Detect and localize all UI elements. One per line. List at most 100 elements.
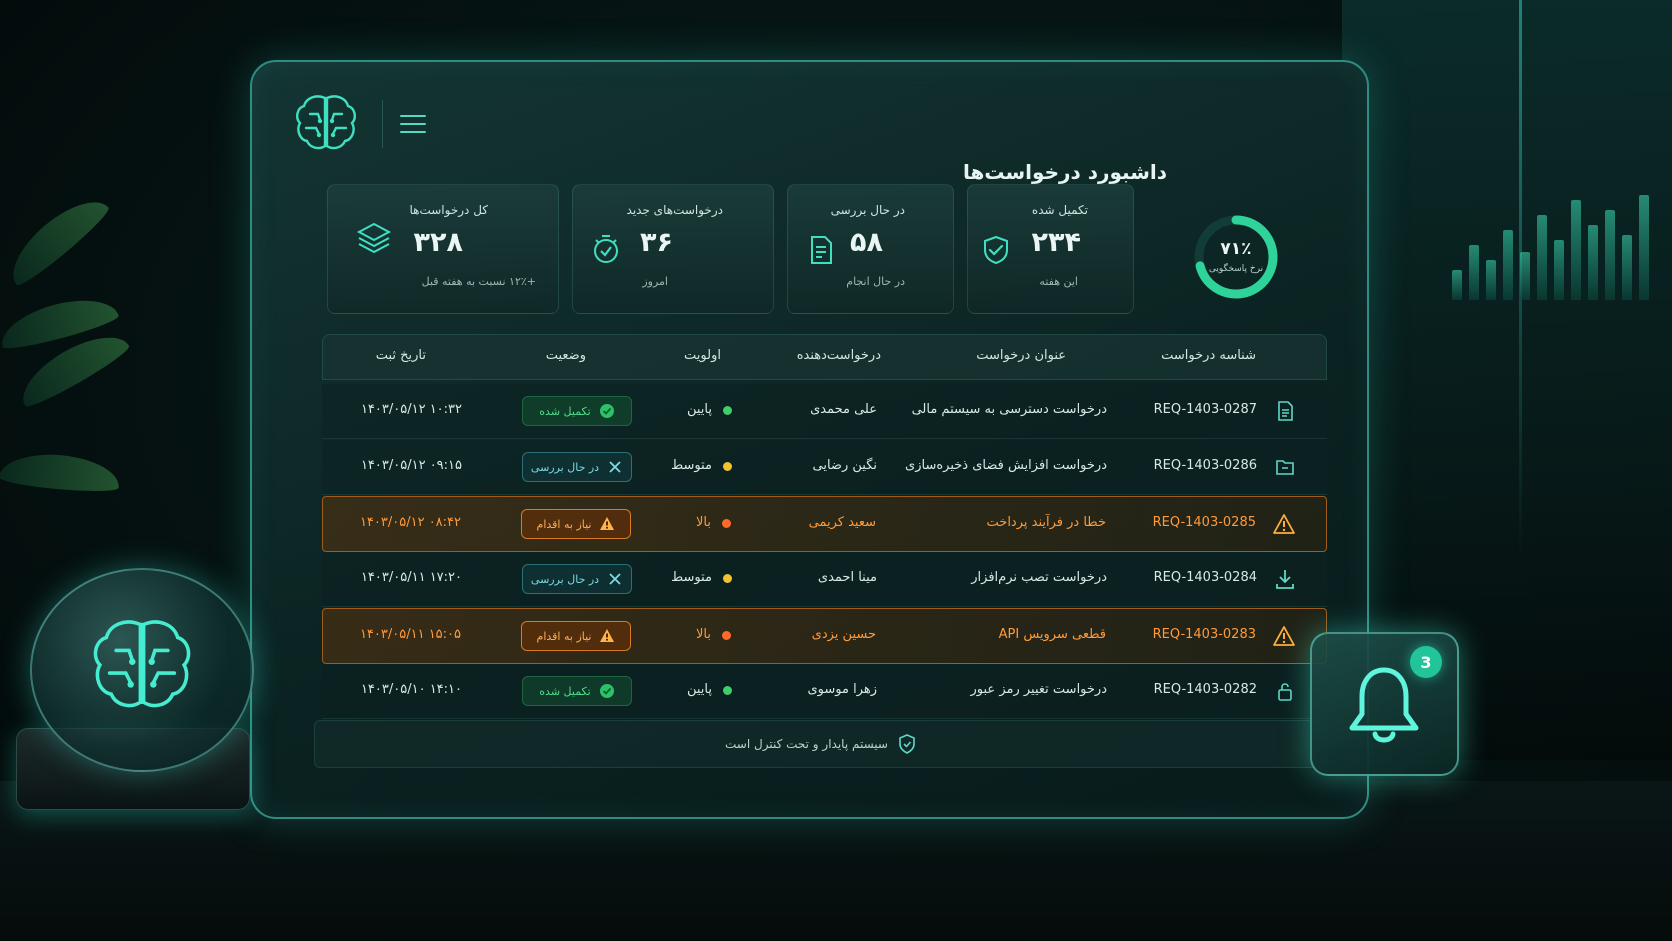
topbar xyxy=(282,88,442,158)
request-id: REQ-1403-0286 xyxy=(1153,458,1257,473)
timer-check-icon xyxy=(594,235,618,263)
stat-card-total: کل درخواست‌ها ۳۲۸ +۱۲٪ نسبت به هفته قبل xyxy=(327,184,559,314)
notification-count-badge: 3 xyxy=(1410,646,1442,678)
table-row[interactable]: REQ-1403-0283 قطعی سرویس API حسین یزدی ب… xyxy=(322,608,1327,664)
stat-value: ۲۳۴ xyxy=(1031,227,1081,258)
stat-value: ۵۸ xyxy=(850,227,883,258)
request-id: REQ-1403-0283 xyxy=(1152,627,1256,642)
registration-date: ۱۴۰۳/۰۵/۱۰ ۱۴:۱۰ xyxy=(360,682,462,697)
stat-value: ۳۶ xyxy=(640,227,673,258)
status-badge[interactable]: نیاز به اقدام xyxy=(521,509,631,539)
status-badge[interactable]: تکمیل شده xyxy=(522,396,632,426)
table-row[interactable]: REQ-1403-0287 درخواست دسترسی به سیستم ما… xyxy=(322,384,1327,439)
request-title: درخواست افزایش فضای ذخیره‌سازی xyxy=(905,458,1107,473)
requester-name: حسین یزدی xyxy=(811,627,876,642)
priority-dot xyxy=(722,519,731,528)
priority-dot xyxy=(723,406,732,415)
requester-name: زهرا موسوی xyxy=(807,682,877,697)
request-title: خطا در فرآیند پرداخت xyxy=(986,515,1106,530)
status-badge[interactable]: نیاز به اقدام xyxy=(521,621,631,651)
close-x-icon xyxy=(609,573,621,585)
status-badge[interactable]: در حال بررسی xyxy=(522,452,632,482)
stat-label: تکمیل شده xyxy=(1031,203,1088,217)
status-label: در حال بررسی xyxy=(530,572,600,586)
stat-label: در حال بررسی xyxy=(830,203,905,217)
status-label: تکمیل شده xyxy=(539,404,591,418)
priority-label: بالا xyxy=(696,627,711,642)
background-chart-decoration xyxy=(1452,190,1652,300)
column-header: تاریخ ثبت xyxy=(375,348,426,363)
priority-label: پایین xyxy=(686,682,712,697)
priority-label: متوسط xyxy=(671,458,712,473)
table-row[interactable]: REQ-1403-0284 درخواست تصب نرم‌افزار مینا… xyxy=(322,552,1327,607)
notifications-button[interactable]: 3 xyxy=(1310,632,1459,776)
requester-name: مینا احمدی xyxy=(817,570,877,585)
priority-dot xyxy=(723,462,732,471)
warning-icon xyxy=(600,517,615,530)
request-title: درخواست تغییر رمز عبور xyxy=(970,682,1107,697)
stat-label: درخواست‌های جدید xyxy=(626,203,723,217)
download-icon xyxy=(1276,570,1294,589)
priority-label: بالا xyxy=(696,515,711,530)
priority-dot xyxy=(723,574,732,583)
bell-icon xyxy=(1349,667,1419,743)
brain-logo-icon xyxy=(296,95,356,150)
registration-date: ۱۴۰۳/۰۵/۱۱ ۱۷:۲۰ xyxy=(360,570,462,585)
requests-table: شناسه درخواست عنوان درخواست درخواست‌دهند… xyxy=(322,334,1327,719)
table-row[interactable]: REQ-1403-0282 درخواست تغییر رمز عبور زهر… xyxy=(322,664,1327,719)
requester-name: نگین رضایی xyxy=(812,458,877,473)
column-header: درخواست‌دهنده xyxy=(796,348,881,363)
document-icon xyxy=(1278,401,1293,421)
check-circle-icon xyxy=(599,684,614,698)
priority-dot xyxy=(723,686,732,695)
response-rate-value: ۷۱٪ xyxy=(1220,239,1252,259)
status-badge[interactable]: تکمیل شده xyxy=(522,676,632,706)
status-label: نیاز به اقدام xyxy=(536,517,592,531)
response-rate-label: نرخ پاسخگویی xyxy=(1208,264,1264,274)
table-header: شناسه درخواست عنوان درخواست درخواست‌دهند… xyxy=(322,334,1327,380)
document-review-icon xyxy=(811,236,832,264)
warning-icon xyxy=(600,629,615,642)
request-id: REQ-1403-0282 xyxy=(1153,682,1257,697)
registration-date: ۱۴۰۳/۰۵/۱۲ ۰۹:۱۵ xyxy=(360,458,462,473)
priority-label: پایین xyxy=(686,402,712,417)
registration-date: ۱۴۰۳/۰۵/۱۱ ۱۵:۰۵ xyxy=(359,627,461,642)
menu-button[interactable] xyxy=(382,100,443,148)
stat-label: کل درخواست‌ها xyxy=(409,203,488,217)
table-row[interactable]: REQ-1403-0286 درخواست افزایش فضای ذخیره‌… xyxy=(322,440,1327,495)
registration-date: ۱۴۰۳/۰۵/۱۲ ۱۰:۳۲ xyxy=(360,402,462,417)
priority-dot xyxy=(722,631,731,640)
crystal-brain-ornament xyxy=(30,568,254,772)
request-id: REQ-1403-0284 xyxy=(1153,570,1257,585)
stat-card-completed: تکمیل شده ۲۳۴ این هفته xyxy=(967,184,1134,314)
column-header: وضعیت xyxy=(545,348,586,363)
check-circle-icon xyxy=(599,404,614,418)
stat-card-new: درخواست‌های جدید ۳۶ امروز xyxy=(572,184,774,314)
close-x-icon xyxy=(609,461,621,473)
status-label: در حال بررسی xyxy=(530,460,600,474)
status-badge[interactable]: در حال بررسی xyxy=(522,564,632,594)
request-title: درخواست دسترسی به سیستم مالی xyxy=(911,402,1107,417)
dashboard-panel: داشبورد درخواست‌ها تکمیل شده ۲۳۴ این هفت… xyxy=(250,60,1369,819)
registration-date: ۱۴۰۳/۰۵/۱۲ ۰۸:۴۲ xyxy=(359,515,461,530)
shield-icon xyxy=(899,734,915,754)
status-label: تکمیل شده xyxy=(539,684,591,698)
requester-name: سعید کریمی xyxy=(808,515,876,530)
request-title: قطعی سرویس API xyxy=(998,627,1106,642)
system-status-text: سیستم پایدار و تحت کنترل است xyxy=(725,737,888,751)
layers-icon xyxy=(356,222,392,254)
requester-name: علی محمدی xyxy=(810,402,877,417)
priority-label: متوسط xyxy=(671,570,712,585)
column-header: عنوان درخواست xyxy=(976,348,1066,363)
warning-icon xyxy=(1273,514,1295,534)
folder-icon xyxy=(1276,460,1294,475)
page-title: داشبورد درخواست‌ها xyxy=(962,160,1167,184)
table-row[interactable]: REQ-1403-0285 خطا در فرآیند پرداخت سعید … xyxy=(322,496,1327,552)
stat-sub: این هفته xyxy=(1039,275,1078,288)
stat-sub: امروز xyxy=(642,275,668,288)
hamburger-icon xyxy=(400,115,426,117)
request-id: REQ-1403-0285 xyxy=(1152,515,1256,530)
lock-icon xyxy=(1278,683,1292,701)
stat-card-in-review: در حال بررسی ۵۸ در حال انجام xyxy=(787,184,954,314)
stat-sub: در حال انجام xyxy=(846,275,905,288)
